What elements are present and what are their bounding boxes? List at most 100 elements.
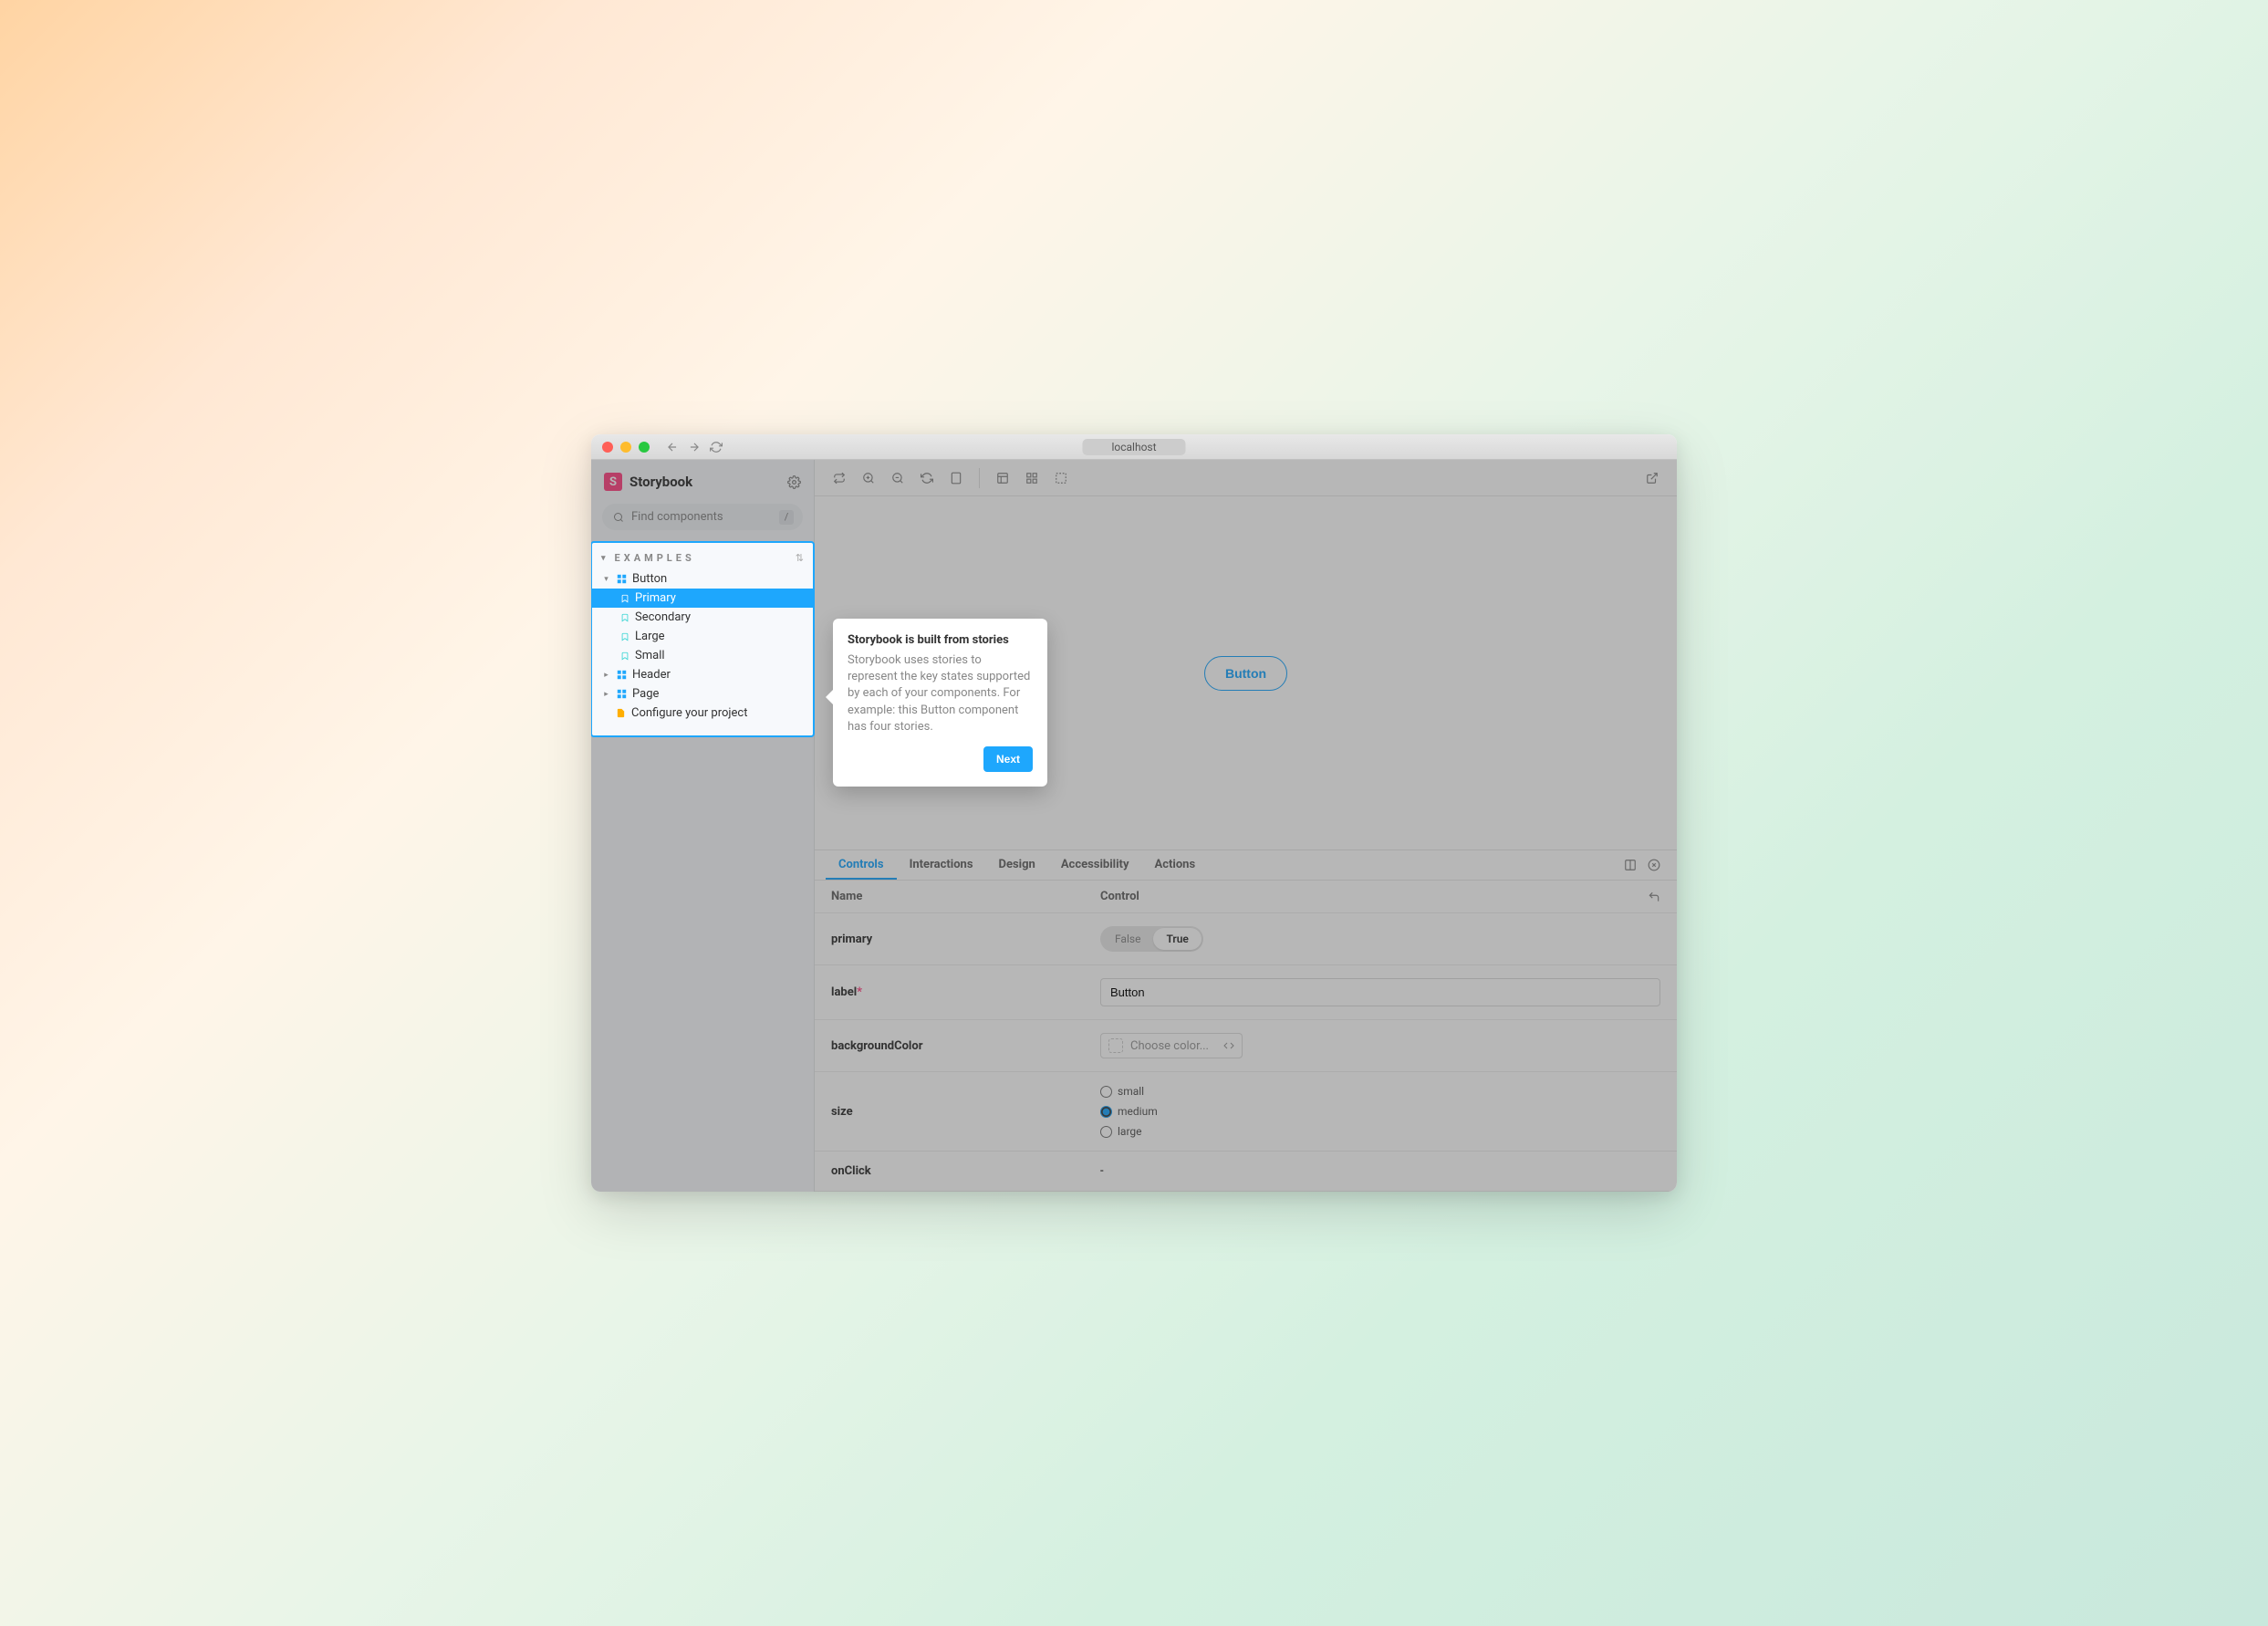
next-button[interactable]: Next [983,746,1033,772]
control-value: - [1100,1164,1660,1178]
control-name: onClick [831,1164,1100,1178]
bookmark-icon [619,632,629,641]
tree-story-large[interactable]: Large [592,627,813,646]
close-panel-icon[interactable] [1642,853,1666,877]
control-row-primary: primary False True [815,913,1677,965]
reset-controls-icon[interactable] [1648,891,1660,903]
radio-small[interactable]: small [1100,1085,1660,1098]
tree-component-page[interactable]: ▸ Page [592,684,813,704]
tree-item-label: Secondary [635,610,691,624]
toggle-primary[interactable]: False True [1100,926,1203,952]
panel-orientation-icon[interactable] [1618,853,1642,877]
search-input[interactable]: Find components / [602,504,803,530]
color-placeholder: Choose color... [1130,1039,1209,1053]
component-icon [617,574,627,584]
reload-icon[interactable] [710,441,723,453]
tree-story-secondary[interactable]: Secondary [592,608,813,627]
viewport-icon[interactable] [944,466,968,490]
zoom-out-icon[interactable] [886,466,910,490]
tab-design[interactable]: Design [986,850,1048,880]
toggle-true[interactable]: True [1153,928,1201,950]
tooltip-title: Storybook is built from stories [848,633,1033,647]
canvas-toolbar [815,460,1677,496]
close-window-button[interactable] [602,442,613,453]
chevron-right-icon: ▸ [601,671,611,680]
control-row-backgroundcolor: backgroundColor Choose color... [815,1020,1677,1072]
nav-controls [666,441,723,453]
sync-icon[interactable] [827,466,851,490]
control-row-size: size small medium large [815,1072,1677,1152]
control-row-label: label* [815,965,1677,1020]
column-name: Name [831,890,1100,903]
code-icon[interactable] [1223,1040,1234,1051]
zoom-reset-icon[interactable] [915,466,939,490]
radio-large[interactable]: large [1100,1125,1660,1138]
app-window: localhost S Storybook Find components / [591,434,1677,1192]
grid-icon[interactable] [1020,466,1044,490]
tree-component-header[interactable]: ▸ Header [592,665,813,684]
logo: S Storybook [604,473,692,491]
tooltip-body: Storybook uses stories to represent the … [848,652,1033,735]
addon-tabs: Controls Interactions Design Accessibili… [815,850,1677,881]
tree-component-button[interactable]: ▾ Button [592,569,813,589]
window-controls [602,442,650,453]
addons-panel: Controls Interactions Design Accessibili… [815,849,1677,1192]
chevron-right-icon: ▸ [601,690,611,699]
control-name: size [831,1105,1100,1119]
control-row-onclick: onClick - [815,1152,1677,1192]
background-icon[interactable] [991,466,1014,490]
gear-icon[interactable] [787,475,801,489]
required-asterisk: * [857,985,862,999]
minimize-window-button[interactable] [620,442,631,453]
forward-icon[interactable] [688,441,701,453]
color-picker[interactable]: Choose color... [1100,1033,1243,1058]
section-label: EXAMPLES [615,552,695,564]
search-icon [613,512,624,523]
toggle-false[interactable]: False [1102,928,1153,950]
radio-medium[interactable]: medium [1100,1105,1660,1118]
bookmark-icon [619,651,629,661]
tree-item-label: Button [632,572,667,586]
tree-story-primary[interactable]: Primary [592,589,813,608]
component-icon [617,670,627,680]
zoom-in-icon[interactable] [857,466,880,490]
storybook-logo-icon: S [604,473,622,491]
tree-story-small[interactable]: Small [592,646,813,665]
url-bar[interactable]: localhost [1082,439,1185,455]
expand-collapse-icon[interactable]: ⇅ [796,552,804,564]
search-shortcut-badge: / [779,510,794,525]
bookmark-icon [619,594,629,603]
size-radio-group: small medium large [1100,1085,1660,1138]
control-name: label* [831,985,1100,999]
preview-button[interactable]: Button [1204,656,1287,691]
tree-item-label: Large [635,630,665,643]
sidebar-header: S Storybook [591,460,814,500]
logo-text: Storybook [629,474,692,490]
section-examples[interactable]: ▾ EXAMPLES ⇅ [592,548,813,569]
tree-item-label: Page [632,687,659,701]
control-name: primary [831,933,1100,946]
label-input[interactable] [1100,978,1660,1006]
open-in-new-tab-icon[interactable] [1640,466,1664,490]
tree-item-label: Header [632,668,671,682]
back-icon[interactable] [666,441,679,453]
tree-item-label: Configure your project [631,706,747,720]
tab-interactions[interactable]: Interactions [897,850,986,880]
tab-actions[interactable]: Actions [1142,850,1209,880]
search-placeholder: Find components [631,510,723,524]
content-area: S Storybook Find components / ▾ EX [591,460,1677,1192]
tree-doc-configure[interactable]: Configure your project [592,704,813,723]
chevron-down-icon: ▾ [601,575,611,584]
tree-item-label: Primary [635,591,676,605]
controls-header: Name Control [815,881,1677,913]
maximize-window-button[interactable] [639,442,650,453]
outline-icon[interactable] [1049,466,1073,490]
onboarding-tooltip: Storybook is built from stories Storyboo… [833,619,1047,787]
tree-item-label: Small [635,649,665,662]
tab-controls[interactable]: Controls [826,850,897,880]
sidebar: S Storybook Find components / ▾ EX [591,460,815,1192]
titlebar: localhost [591,434,1677,460]
tab-accessibility[interactable]: Accessibility [1048,850,1142,880]
column-control: Control [1100,890,1139,903]
control-name: backgroundColor [831,1039,1100,1053]
